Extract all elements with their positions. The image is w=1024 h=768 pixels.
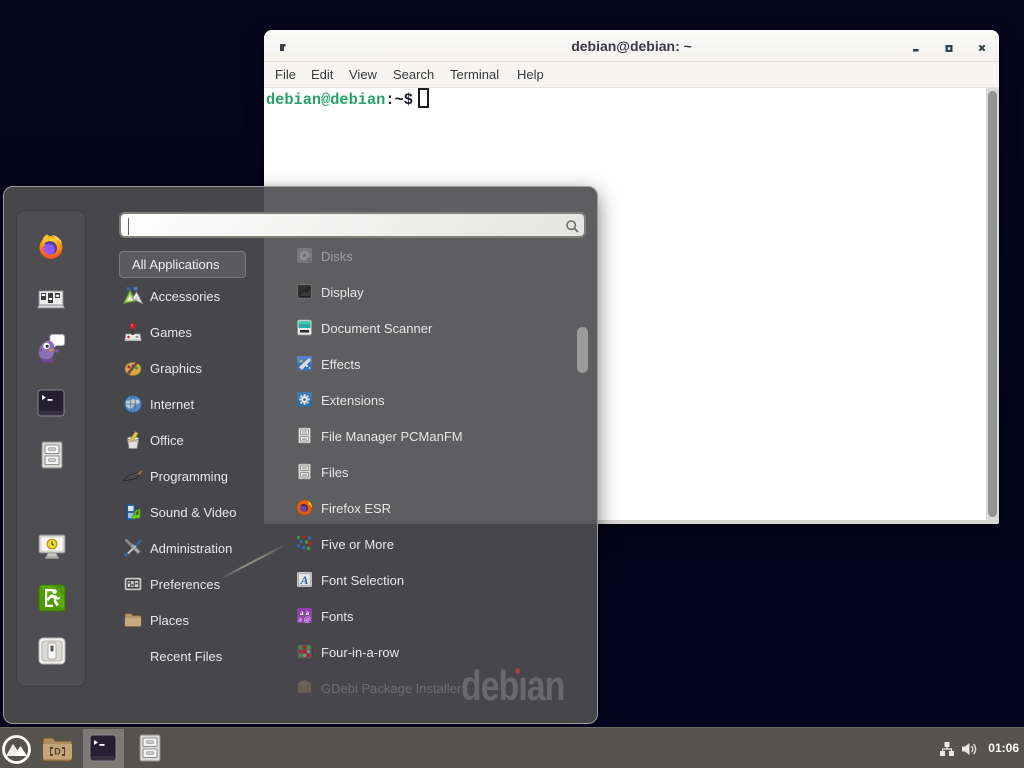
svg-text:a @: a @ (298, 615, 311, 624)
svg-text:A: A (299, 573, 308, 587)
svg-text:D: D (54, 747, 61, 757)
